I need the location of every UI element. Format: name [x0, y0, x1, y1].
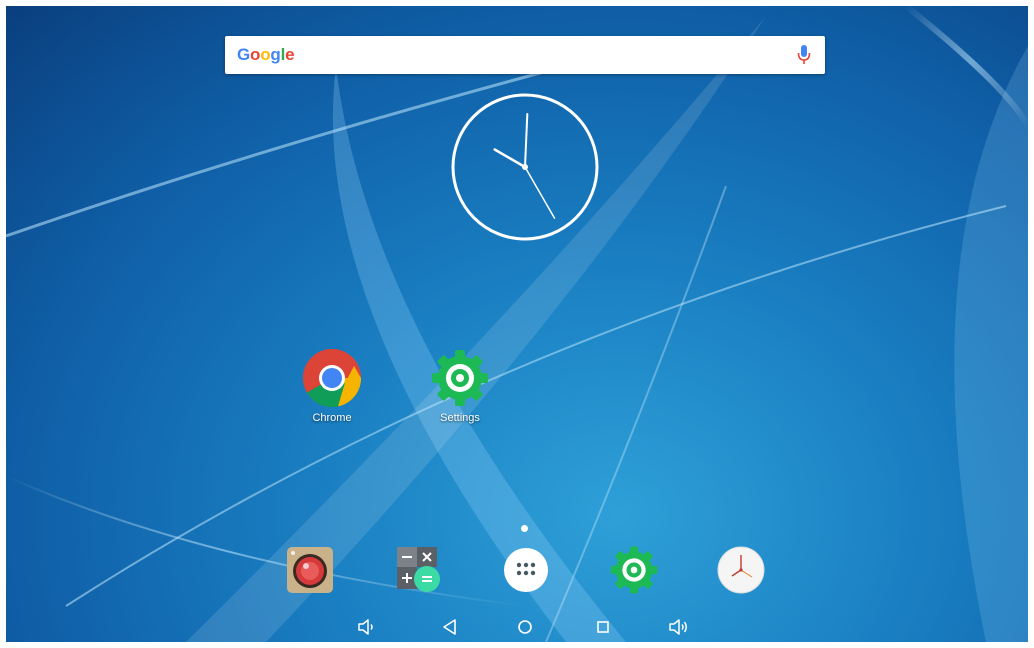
clock-second-hand — [524, 166, 556, 219]
app-settings-label: Settings — [440, 412, 480, 424]
volume-up-icon[interactable] — [669, 618, 689, 636]
settings-gear-icon — [432, 350, 488, 406]
recents-icon[interactable] — [593, 618, 613, 636]
settings-gear-icon[interactable] — [609, 545, 659, 595]
app-settings[interactable]: Settings — [415, 348, 505, 424]
calculator-icon[interactable] — [393, 545, 443, 595]
camera-icon[interactable] — [285, 545, 335, 595]
all-apps-icon[interactable] — [501, 545, 551, 595]
back-icon[interactable] — [440, 618, 460, 636]
clock-icon[interactable] — [716, 545, 766, 595]
google-logo-letter: o — [260, 45, 271, 64]
volume-down-icon[interactable] — [357, 618, 377, 636]
clock-minute-hand — [524, 113, 529, 168]
microphone-icon[interactable] — [797, 45, 811, 65]
analog-clock-widget[interactable] — [450, 92, 600, 242]
app-chrome-label: Chrome — [312, 412, 352, 424]
app-chrome[interactable]: Chrome — [287, 348, 377, 424]
clock-hour-hand — [493, 148, 527, 169]
navigation-bar — [6, 612, 1028, 642]
page-indicator-dot — [521, 525, 528, 532]
home-icon[interactable] — [515, 618, 535, 636]
google-search-bar[interactable]: Google — [225, 36, 825, 74]
google-logo: Google — [237, 45, 295, 65]
google-logo-letter: o — [250, 45, 261, 64]
google-logo-letter: e — [285, 45, 295, 64]
chrome-icon — [303, 349, 362, 408]
home-screen: Google Chrome Settings — [6, 6, 1028, 642]
google-logo-letter: G — [237, 45, 251, 64]
google-logo-letter: g — [270, 45, 281, 64]
